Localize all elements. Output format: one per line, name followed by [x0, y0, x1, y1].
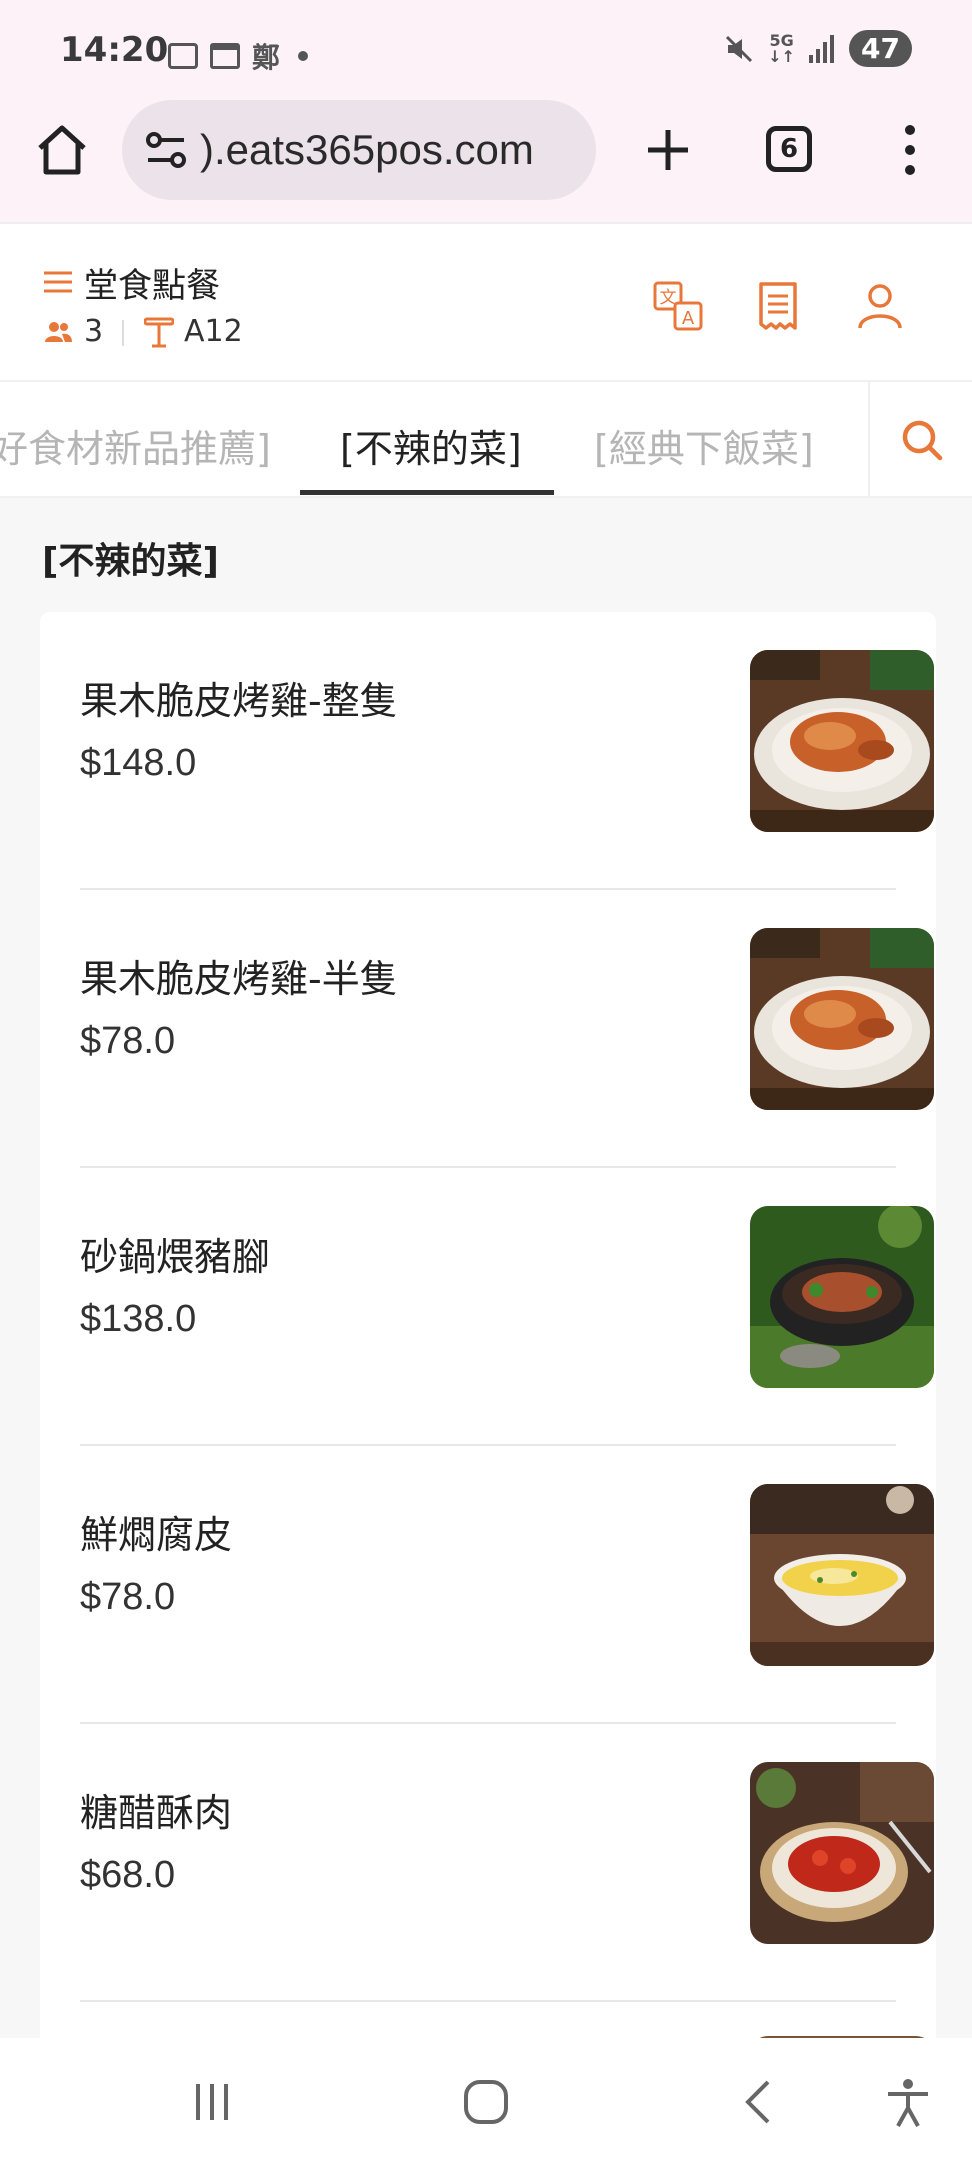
search-button[interactable]	[868, 382, 972, 496]
home-nav-icon[interactable]	[456, 2076, 516, 2128]
tab-category-new[interactable]: 好食材新品推薦]	[0, 418, 271, 473]
menu-item[interactable]: 砂鍋煨豬腳 $138.0	[80, 1168, 936, 1444]
table-icon	[144, 317, 174, 348]
roast-chicken-image[interactable]	[750, 650, 934, 832]
menu-item[interactable]: 果木脆皮烤雞-整隻 $148.0	[80, 612, 936, 888]
status-left-icons: 鄭	[168, 36, 309, 76]
guests-icon	[45, 322, 72, 342]
claypot-pork-trotter-image[interactable]	[750, 1206, 934, 1388]
active-tab-indicator	[300, 490, 554, 495]
receipt-icon[interactable]	[752, 280, 804, 332]
svg-text:A: A	[682, 308, 695, 329]
calendar-icon	[210, 43, 240, 69]
sweet-sour-pork-image[interactable]	[750, 1762, 934, 1944]
tab-category-classic[interactable]: [經典下飯菜]	[594, 418, 814, 473]
new-tab-icon[interactable]	[636, 118, 700, 182]
status-time: 14:20	[60, 30, 169, 70]
menu-item[interactable]: 果木脆皮烤雞-半隻 $78.0	[80, 890, 936, 1166]
browser-chrome: 14:20 鄭 5G ↓↑ 47).eats365pos.com 6	[0, 0, 972, 222]
table-number: A12	[184, 314, 243, 349]
item-name: 糖醋酥肉	[80, 1791, 233, 1835]
item-price: $138.0	[80, 1298, 197, 1340]
app-header: 堂食點餐 3 A12 文 A	[0, 222, 972, 382]
item-price: $148.0	[80, 742, 197, 784]
tab-category-not-spicy[interactable]: [不辣的菜]	[340, 418, 522, 473]
site-settings-icon[interactable]	[144, 130, 188, 170]
home-icon[interactable]	[30, 118, 94, 182]
braised-tofu-skin-image[interactable]	[750, 1484, 934, 1666]
item-divider	[80, 2000, 896, 2002]
app-icon: 鄭	[252, 41, 281, 74]
item-name: 砂鍋煨豬腳	[80, 1235, 271, 1279]
system-navigation-bar	[0, 2038, 972, 2160]
signal-icon	[809, 34, 835, 63]
item-name: 鮮燜腐皮	[80, 1513, 233, 1557]
item-price: $78.0	[80, 1576, 176, 1618]
battery-indicator: 47	[849, 30, 912, 67]
menu-content: [不辣的菜] 果木脆皮烤雞-整隻 $148.0 果木脆皮烤雞-半隻 $78.0 …	[0, 498, 972, 2038]
status-right-icons: 5G ↓↑ 47	[724, 30, 912, 67]
guest-count: 3	[84, 314, 104, 349]
section-title: [不辣的菜]	[42, 541, 219, 582]
page-title: 堂食點餐	[84, 266, 220, 306]
item-price: $78.0	[80, 1020, 176, 1062]
user-icon[interactable]	[854, 280, 906, 332]
network-type: 5G ↓↑	[768, 30, 796, 66]
item-name: 果木脆皮烤雞-半隻	[80, 957, 398, 1001]
dot-icon	[298, 51, 309, 61]
url-bar: ).eats365pos.com 6	[0, 100, 972, 200]
status-bar: 14:20 鄭 5G ↓↑ 47	[0, 0, 972, 100]
back-icon[interactable]	[728, 2076, 788, 2128]
item-name: 果木脆皮烤雞-整隻	[80, 679, 398, 723]
header-separator	[122, 320, 124, 346]
url-text: ).eats365pos.com	[200, 126, 534, 173]
tab-switcher-button[interactable]: 6	[766, 126, 812, 172]
accessibility-icon[interactable]	[878, 2076, 938, 2128]
search-icon	[902, 420, 943, 461]
menu-icon[interactable]	[44, 270, 72, 294]
menu-item[interactable]: 糖醋酥肉 $68.0	[80, 1724, 936, 2000]
translate-icon[interactable]: 文 A	[652, 280, 704, 332]
mute-icon	[726, 35, 753, 62]
menu-item-list: 果木脆皮烤雞-整隻 $148.0 果木脆皮烤雞-半隻 $78.0 砂鍋煨豬腳 $…	[40, 612, 936, 2038]
category-tab-bar: 好食材新品推薦] [不辣的菜] [經典下飯菜]	[0, 382, 972, 498]
more-menu-icon[interactable]	[890, 118, 930, 182]
menu-item[interactable]: 鮮燜腐皮 $78.0	[80, 1446, 936, 1722]
recent-apps-icon[interactable]	[182, 2076, 242, 2128]
roast-chicken-image[interactable]	[750, 928, 934, 1110]
item-price: $68.0	[80, 1854, 176, 1896]
address-field[interactable]: ).eats365pos.com	[122, 100, 596, 200]
screenshot-icon	[168, 43, 198, 69]
